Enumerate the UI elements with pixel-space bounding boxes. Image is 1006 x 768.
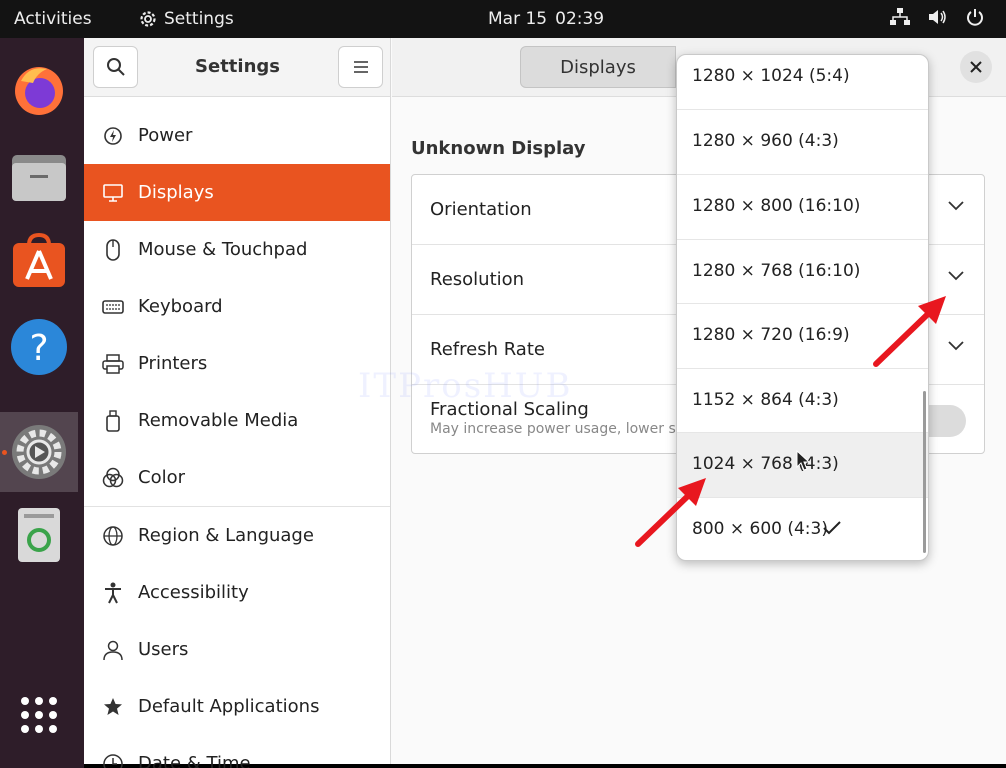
orientation-label: Orientation xyxy=(430,199,532,220)
sidebar-item-printers[interactable]: Printers xyxy=(84,335,390,392)
users-icon xyxy=(102,639,124,661)
clock-time: 02:39 xyxy=(555,9,605,29)
chevron-down-icon xyxy=(948,201,964,211)
sidebar-item-keyboard[interactable]: Keyboard xyxy=(84,278,390,335)
chevron-down-icon xyxy=(948,271,964,281)
resolution-option[interactable]: 1280 × 960 (4:3) xyxy=(677,110,928,174)
sidebar-header: Settings xyxy=(84,38,390,97)
resolution-option[interactable]: 1280 × 1024 (5:4) xyxy=(677,55,928,109)
sidebar-item-users[interactable]: Users xyxy=(84,621,390,678)
sidebar-item-label: Keyboard xyxy=(138,296,223,317)
app-grid-button[interactable] xyxy=(8,684,70,746)
network-icon xyxy=(890,8,910,25)
app-grid-icon xyxy=(21,697,57,733)
sidebar-item-mouse-touchpad[interactable]: Mouse & Touchpad xyxy=(84,221,390,278)
sidebar-item-default-applications[interactable]: Default Applications xyxy=(84,678,390,735)
main-menu-button[interactable] xyxy=(338,46,383,88)
resolution-option-label: 1280 × 800 (16:10) xyxy=(692,196,861,216)
mouse-cursor-icon xyxy=(796,450,810,471)
close-icon xyxy=(970,61,982,73)
gear-icon xyxy=(140,11,156,27)
volume-icon xyxy=(929,10,946,24)
annotation-arrow-option xyxy=(635,478,706,547)
app-menu[interactable]: Settings xyxy=(138,9,234,29)
clock[interactable]: Mar 15 02:39 xyxy=(488,9,612,29)
settings-launcher[interactable] xyxy=(0,412,78,492)
resolution-label: Resolution xyxy=(430,269,525,290)
sidebar-item-label: Color xyxy=(138,467,185,488)
files-launcher[interactable] xyxy=(8,146,70,208)
software-launcher[interactable] xyxy=(8,230,70,292)
popover-scrollbar[interactable] xyxy=(923,391,926,553)
section-title: Unknown Display xyxy=(411,138,586,159)
files-icon xyxy=(12,155,66,201)
resolution-option[interactable]: 1280 × 800 (16:10) xyxy=(677,175,928,239)
resolution-option-label: 1280 × 1024 (5:4) xyxy=(692,66,850,86)
resolution-option-label: 1280 × 720 (16:9) xyxy=(692,325,850,345)
star-icon xyxy=(102,696,124,718)
clock-icon xyxy=(102,753,124,768)
checkmark-icon xyxy=(823,521,841,535)
system-tray[interactable] xyxy=(890,8,984,26)
refresh-rate-label: Refresh Rate xyxy=(430,339,545,360)
display-icon xyxy=(102,182,124,204)
svg-text:?: ? xyxy=(29,328,48,369)
sidebar-item-label: Users xyxy=(138,639,189,660)
active-indicator xyxy=(2,450,7,455)
sidebar-item-label: Mouse & Touchpad xyxy=(138,239,308,260)
firefox-launcher[interactable] xyxy=(8,58,70,120)
resolution-option-label: 1280 × 768 (16:10) xyxy=(692,261,861,281)
tab-displays[interactable]: Displays xyxy=(520,46,676,88)
sidebar-item-label: Printers xyxy=(138,353,208,374)
app-menu-label: Settings xyxy=(164,9,234,29)
sidebar-item-label: Removable Media xyxy=(138,410,299,431)
mouse-icon xyxy=(102,238,124,261)
sidebar-item-accessibility[interactable]: Accessibility xyxy=(84,564,390,621)
software-icon xyxy=(13,233,65,287)
sidebar-item-label: Default Applications xyxy=(138,696,320,717)
fractional-scaling-description: May increase power usage, lower sp xyxy=(430,421,685,437)
keyboard-icon xyxy=(102,296,124,318)
hamburger-icon xyxy=(353,61,368,73)
annotation-arrow-resolution xyxy=(873,296,946,367)
sidebar-item-label: Power xyxy=(138,125,193,146)
trash-icon xyxy=(18,508,60,562)
sidebar-item-removable-media[interactable]: Removable Media xyxy=(84,392,390,449)
sidebar: Settings Power Displays Mouse & Touchpad… xyxy=(84,38,391,768)
resolution-option-label: 1280 × 960 (4:3) xyxy=(692,131,839,151)
power-icon xyxy=(102,125,124,147)
firefox-icon xyxy=(15,67,63,115)
sidebar-item-label: Displays xyxy=(138,182,214,203)
sidebar-item-color[interactable]: Color xyxy=(84,449,390,506)
activities-button[interactable]: Activities xyxy=(14,9,92,29)
clock-date: Mar 15 xyxy=(488,9,548,29)
sidebar-item-region-language[interactable]: Region & Language xyxy=(84,507,390,564)
power-menu-icon xyxy=(967,9,983,26)
sidebar-item-date-time[interactable]: Date & Time xyxy=(84,735,390,768)
sidebar-item-displays[interactable]: Displays xyxy=(84,164,390,221)
settings-icon xyxy=(12,425,66,479)
sidebar-item-label: Date & Time xyxy=(138,753,251,768)
color-icon xyxy=(102,467,124,489)
trash-launcher[interactable] xyxy=(8,504,70,566)
accessibility-icon xyxy=(102,582,124,604)
printer-icon xyxy=(102,353,124,375)
sidebar-item-label: Accessibility xyxy=(138,582,249,603)
sidebar-item-label: Region & Language xyxy=(138,525,314,546)
top-bar: Activities Settings Mar 15 02:39 xyxy=(0,0,1006,38)
close-button[interactable] xyxy=(960,51,992,83)
globe-icon xyxy=(102,525,124,547)
help-launcher[interactable]: ? xyxy=(8,316,70,378)
watermark: ITProsHUB xyxy=(358,366,573,406)
resolution-option-label: 1152 × 864 (4:3) xyxy=(692,390,839,410)
help-icon: ? xyxy=(11,319,67,375)
resolution-option[interactable]: 1152 × 864 (4:3) xyxy=(677,369,928,433)
removable-media-icon xyxy=(102,409,124,432)
dock: ? xyxy=(0,38,84,768)
sidebar-item-power[interactable]: Power xyxy=(84,107,390,164)
